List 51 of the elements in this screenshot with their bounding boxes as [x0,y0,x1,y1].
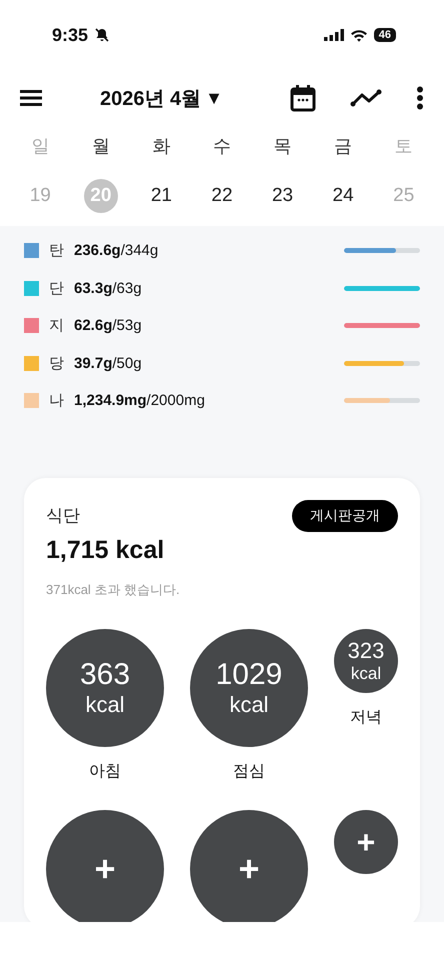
weekday-label: 목 [272,135,293,158]
weekday-label: 화 [151,135,172,158]
date-item[interactable]: 22 [204,179,239,213]
calorie-unit: kcal [350,664,382,684]
line-chart-icon[interactable] [350,88,382,108]
nutrient-amount: 62.6g/53g [74,317,142,334]
nutrient-amount: 63.3g/63g [74,280,142,297]
calorie-unit: kcal [229,692,269,718]
weekday-label: 일 [30,135,50,158]
month-title[interactable]: 2026년 4월 [100,84,202,112]
add-meal-button[interactable]: + [46,810,164,922]
meal-label: 저녁 [350,708,382,728]
total-calories: 1,715 kcal [46,536,166,564]
meal-calories: 323 [348,638,384,664]
add-meal-button[interactable]: + [190,810,308,922]
add-meal-button[interactable]: + [334,810,398,874]
dropdown-arrow[interactable]: ▼ [205,88,223,108]
meal-calorie-circle[interactable]: 323 kcal [334,628,398,692]
nutrient-label: 탄 [49,241,64,260]
calorie-note: 371kcal 초과 했습니다. [46,580,181,598]
weekday-label: 토 [394,135,414,158]
menu-icon[interactable] [20,89,42,107]
meal-calories: 1029 [216,658,282,692]
weekday-label: 수 [212,135,232,158]
meal-label: 점심 [233,762,265,782]
bell-slash-icon [94,27,110,43]
share-button[interactable]: 게시판공개 [292,500,398,532]
status-time: 9:35 [52,24,88,46]
meal-calorie-circle[interactable]: 1029 kcal [190,628,308,746]
nutrient-label: 지 [49,316,64,336]
more-icon[interactable] [416,86,424,110]
calendar-icon[interactable] [290,84,316,112]
battery-indicator: 46 [374,28,396,42]
meal-calories: 363 [80,658,130,692]
date-item[interactable]: 23 [266,179,300,213]
weekday-label: 월 [90,135,111,158]
meal-calorie-circle[interactable]: 363 kcal [46,628,164,746]
nutrient-label: 나 [49,391,64,410]
nutrient-amount: 1,234.9mg/2000mg [74,392,205,410]
card-title: 식단 [46,505,80,527]
nutrient-amount: 39.7g/50g [74,354,142,372]
nutrient-amount: 236.6g/344g [74,242,158,260]
nutrient-label: 당 [49,354,64,373]
wifi-icon [350,28,368,42]
nutrient-label: 단 [49,278,64,298]
signal-icon [324,29,344,41]
calorie-unit: kcal [85,692,125,718]
weekday-label: 금 [333,135,354,158]
meal-label: 아침 [89,762,121,782]
date-item[interactable]: 21 [144,179,178,213]
date-item[interactable]: 24 [326,179,360,213]
